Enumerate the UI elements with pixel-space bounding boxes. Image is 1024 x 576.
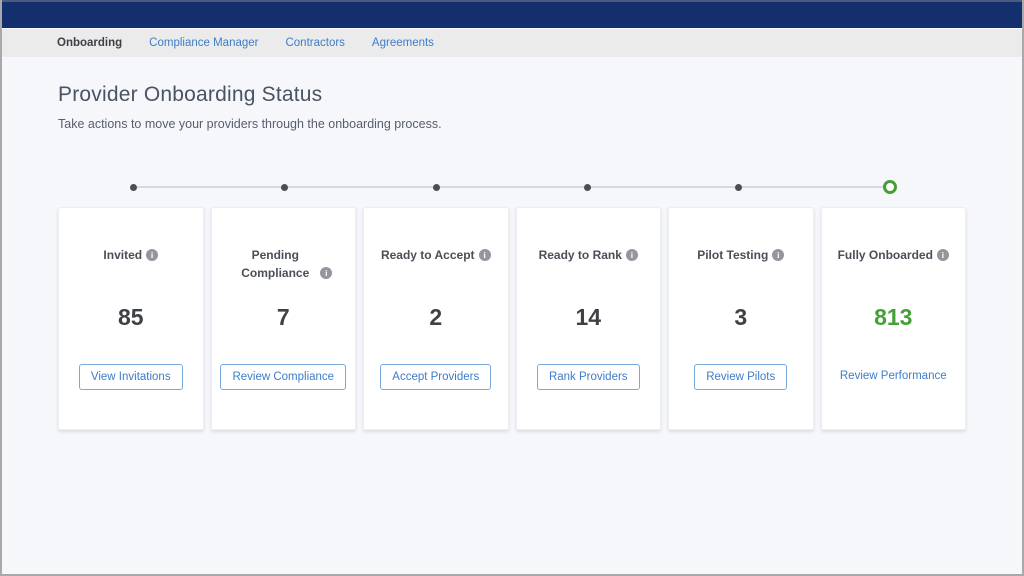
step-invited: [58, 184, 209, 191]
stage-label: Fully Onboarded i: [830, 246, 958, 264]
stage-action: Review Pilots: [669, 364, 813, 390]
stage-action: Review Compliance: [212, 364, 356, 390]
main-nav: Onboarding Compliance Manager Contractor…: [2, 28, 1022, 57]
onboarding-stepper: [58, 180, 966, 194]
step-pilot-testing: [663, 184, 814, 191]
stage-card-pending-compliance: Pending Compliance i 7 Review Compliance: [211, 207, 357, 430]
stage-count: 14: [517, 304, 661, 331]
page-subtitle: Take actions to move your providers thro…: [58, 117, 966, 131]
stage-count: 3: [669, 304, 813, 331]
step-pending-compliance: [209, 184, 360, 191]
info-icon[interactable]: i: [479, 249, 491, 261]
stage-count: 2: [364, 304, 508, 331]
stage-label-text: Pilot Testing: [697, 248, 768, 262]
info-icon[interactable]: i: [320, 267, 332, 279]
stage-card-fully-onboarded: Fully Onboarded i 813 Review Performance: [821, 207, 967, 430]
step-dot-icon: [281, 184, 288, 191]
stage-action: View Invitations: [59, 364, 203, 390]
stage-label-text: Ready to Rank: [539, 248, 622, 262]
stage-card-pilot-testing: Pilot Testing i 3 Review Pilots: [668, 207, 814, 430]
review-performance-link[interactable]: Review Performance: [840, 364, 947, 388]
rank-providers-button[interactable]: Rank Providers: [537, 364, 640, 390]
stage-label-text: Ready to Accept: [381, 248, 475, 262]
stage-label-text: Invited: [103, 248, 142, 262]
info-icon[interactable]: i: [937, 249, 949, 261]
tab-agreements[interactable]: Agreements: [372, 37, 434, 49]
stage-label: Ready to Accept i: [372, 246, 500, 264]
stage-label-text: Pending Compliance: [234, 246, 316, 282]
stage-action: Rank Providers: [517, 364, 661, 390]
info-icon[interactable]: i: [146, 249, 158, 261]
info-icon[interactable]: i: [772, 249, 784, 261]
step-fully-onboarded: [815, 180, 966, 194]
review-pilots-button[interactable]: Review Pilots: [694, 364, 787, 390]
stage-count: 7: [212, 304, 356, 331]
accept-providers-button[interactable]: Accept Providers: [380, 364, 491, 390]
stage-count: 85: [59, 304, 203, 331]
stage-card-invited: Invited i 85 View Invitations: [58, 207, 204, 430]
top-bar: [2, 0, 1022, 28]
stage-label: Pending Compliance i: [220, 246, 348, 282]
step-dot-icon: [130, 184, 137, 191]
step-ready-to-rank: [512, 184, 663, 191]
stage-label: Pilot Testing i: [677, 246, 805, 264]
stage-count: 813: [822, 304, 966, 331]
step-dot-icon: [433, 184, 440, 191]
tab-compliance-manager[interactable]: Compliance Manager: [149, 37, 258, 49]
tab-contractors[interactable]: Contractors: [285, 37, 344, 49]
stage-card-ready-to-rank: Ready to Rank i 14 Rank Providers: [516, 207, 662, 430]
step-dot-icon: [735, 184, 742, 191]
stage-card-ready-to-accept: Ready to Accept i 2 Accept Providers: [363, 207, 509, 430]
stage-label-text: Fully Onboarded: [838, 248, 933, 262]
content-area: Provider Onboarding Status Take actions …: [2, 83, 1022, 430]
step-dot-icon: [584, 184, 591, 191]
view-invitations-button[interactable]: View Invitations: [79, 364, 183, 390]
app-window: Onboarding Compliance Manager Contractor…: [0, 0, 1024, 576]
stage-label: Invited i: [67, 246, 195, 264]
step-current-dot-icon: [883, 180, 897, 194]
stage-cards: Invited i 85 View Invitations Pending Com…: [58, 207, 966, 430]
page-title: Provider Onboarding Status: [58, 83, 966, 107]
tab-onboarding[interactable]: Onboarding: [57, 37, 122, 49]
stage-label: Ready to Rank i: [525, 246, 653, 264]
step-ready-to-accept: [361, 184, 512, 191]
info-icon[interactable]: i: [626, 249, 638, 261]
review-compliance-button[interactable]: Review Compliance: [220, 364, 346, 390]
stage-action: Accept Providers: [364, 364, 508, 390]
stage-action: Review Performance: [822, 364, 966, 388]
